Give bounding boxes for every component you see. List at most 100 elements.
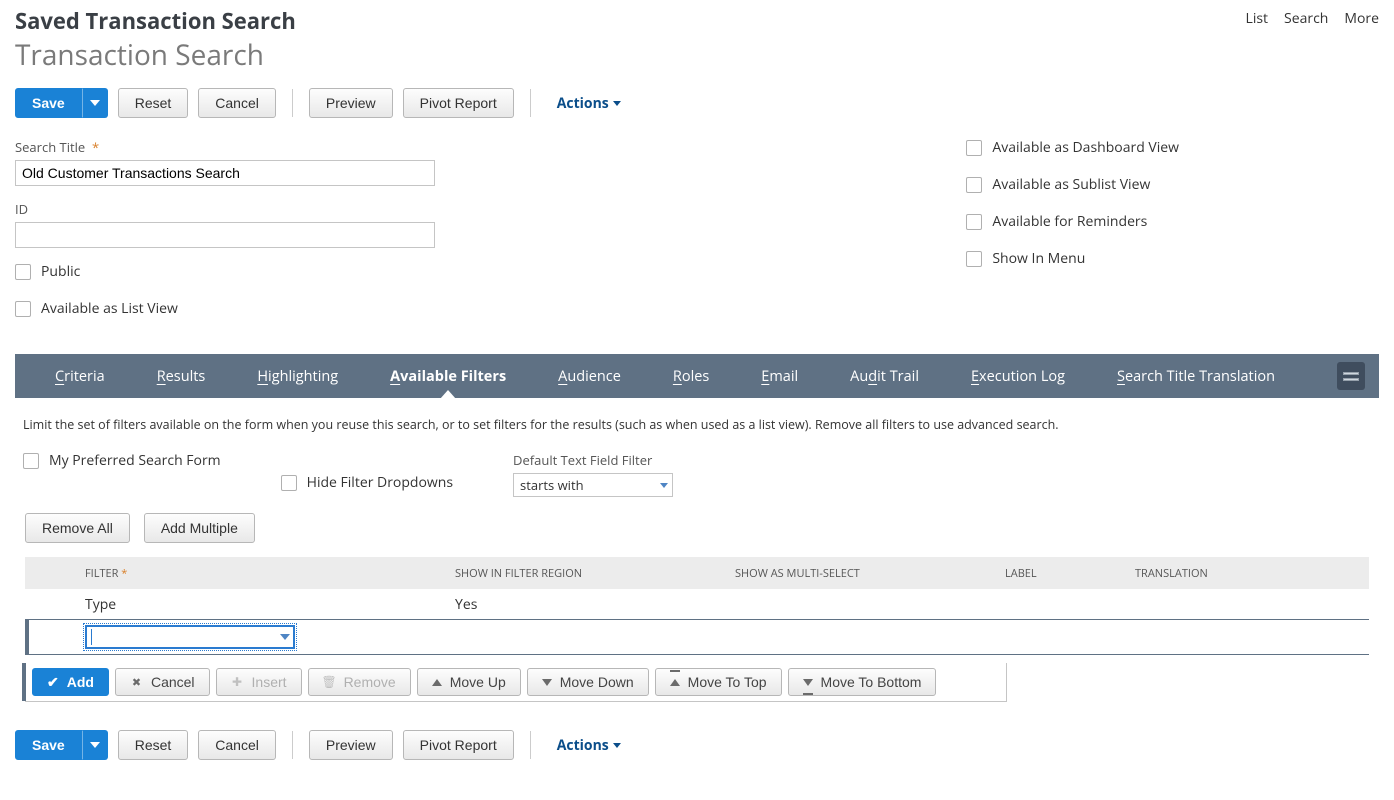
text-cursor — [91, 629, 92, 645]
cancel-button[interactable]: Cancel — [198, 88, 276, 118]
trash-icon — [323, 676, 336, 689]
default-text-filter-label: Default Text Field Filter — [513, 451, 673, 469]
top-link-list[interactable]: List — [1246, 9, 1269, 28]
hide-dropdowns-checkbox[interactable] — [281, 475, 297, 491]
toolbar-bottom: Save Reset Cancel Preview Pivot Report A… — [15, 730, 1379, 760]
preview-button-bottom[interactable]: Preview — [309, 730, 393, 760]
tab-available-filters[interactable]: Available Filters — [364, 354, 532, 398]
tab-highlighting[interactable]: Highlighting — [231, 354, 364, 398]
preferred-form-label: My Preferred Search Form — [49, 451, 221, 470]
actions-menu-bottom[interactable]: Actions — [557, 736, 621, 755]
top-links: List Search More — [1246, 6, 1379, 28]
col-trans: TRANSLATION — [1135, 566, 1369, 581]
id-input[interactable] — [15, 222, 435, 248]
tab-execution-log[interactable]: Execution Log — [945, 354, 1091, 398]
col-multi: SHOW AS MULTI-SELECT — [735, 566, 1005, 581]
cell-region: Yes — [455, 595, 735, 614]
public-label: Public — [41, 262, 80, 281]
top-link-search[interactable]: Search — [1284, 9, 1328, 28]
sublist-view-label: Available as Sublist View — [992, 175, 1150, 194]
cell-filter: Type — [25, 595, 455, 614]
remove-all-button[interactable]: Remove All — [25, 513, 130, 543]
actions-label: Actions — [557, 736, 609, 755]
reset-button[interactable]: Reset — [118, 88, 189, 118]
chevron-down-icon — [280, 634, 290, 640]
separator — [292, 89, 293, 117]
actions-label: Actions — [557, 94, 609, 113]
top-link-more[interactable]: More — [1344, 9, 1379, 28]
tab-audit-trail[interactable]: Audit Trail — [824, 354, 945, 398]
default-text-filter-value: starts with — [520, 476, 584, 494]
filters-table: FILTER * SHOW IN FILTER REGION SHOW AS M… — [25, 557, 1369, 655]
public-checkbox[interactable] — [15, 264, 31, 280]
reminders-label: Available for Reminders — [992, 212, 1147, 231]
col-filter: FILTER — [85, 566, 118, 581]
tab-search-title-translation[interactable]: Search Title Translation — [1091, 354, 1301, 398]
chevron-down-icon — [613, 101, 621, 106]
separator — [292, 731, 293, 759]
tab-audience[interactable]: Audience — [532, 354, 647, 398]
show-menu-label: Show In Menu — [992, 249, 1085, 268]
chevron-down-icon — [90, 100, 100, 106]
toolbar-top: Save Reset Cancel Preview Pivot Report A… — [15, 88, 1379, 118]
col-region: SHOW IN FILTER REGION — [455, 566, 735, 581]
chevron-down-icon — [660, 483, 668, 488]
close-icon — [130, 676, 143, 689]
tab-roles[interactable]: Roles — [647, 354, 735, 398]
tab-criteria[interactable]: Criteria — [29, 354, 131, 398]
dashboard-view-label: Available as Dashboard View — [992, 138, 1179, 157]
add-row-button[interactable]: ✔Add — [32, 668, 109, 696]
remove-row-button[interactable]: Remove — [308, 668, 411, 696]
move-down-button[interactable]: Move Down — [527, 668, 649, 696]
save-button-bottom[interactable]: Save — [15, 730, 82, 760]
chevron-down-icon — [613, 743, 621, 748]
tab-email[interactable]: Email — [735, 354, 824, 398]
plus-icon — [231, 676, 244, 689]
arrow-down-icon — [542, 679, 552, 686]
arrow-bottom-icon — [803, 679, 813, 686]
default-text-filter-select[interactable]: starts with — [513, 473, 673, 497]
available-list-view-label: Available as List View — [41, 299, 178, 318]
separator — [530, 731, 531, 759]
available-list-view-checkbox[interactable] — [15, 301, 31, 317]
tab-layout-icon[interactable] — [1337, 362, 1365, 390]
table-row[interactable]: Type Yes — [25, 589, 1369, 619]
reset-button-bottom[interactable]: Reset — [118, 730, 189, 760]
add-multiple-button[interactable]: Add Multiple — [144, 513, 255, 543]
arrow-top-icon — [670, 679, 680, 686]
move-top-button[interactable]: Move To Top — [655, 668, 782, 696]
tab-results[interactable]: Results — [131, 354, 232, 398]
dashboard-view-checkbox[interactable] — [966, 140, 982, 156]
actions-menu[interactable]: Actions — [557, 94, 621, 113]
table-edit-row[interactable] — [25, 619, 1369, 655]
show-menu-checkbox[interactable] — [966, 251, 982, 267]
cancel-row-button[interactable]: Cancel — [115, 668, 210, 696]
arrow-up-icon — [432, 679, 442, 686]
save-button[interactable]: Save — [15, 88, 82, 118]
reminders-checkbox[interactable] — [966, 214, 982, 230]
check-icon: ✔ — [47, 674, 59, 691]
pivot-report-button-bottom[interactable]: Pivot Report — [403, 730, 514, 760]
pivot-report-button[interactable]: Pivot Report — [403, 88, 514, 118]
search-title-input[interactable] — [15, 160, 435, 186]
filter-combo[interactable] — [85, 625, 295, 649]
move-bottom-button[interactable]: Move To Bottom — [788, 668, 937, 696]
move-up-button[interactable]: Move Up — [417, 668, 521, 696]
search-title-label: Search Title * — [15, 138, 435, 156]
preferred-form-checkbox[interactable] — [23, 453, 39, 469]
save-menu-button-bottom[interactable] — [82, 730, 108, 760]
cancel-button-bottom[interactable]: Cancel — [198, 730, 276, 760]
page-supertitle: Saved Transaction Search — [15, 6, 296, 36]
panel-hint: Limit the set of filters available on th… — [23, 416, 1379, 433]
tabs-bar: CriteriaResultsHighlightingAvailable Fil… — [15, 354, 1379, 398]
save-menu-button[interactable] — [82, 88, 108, 118]
hide-dropdowns-label: Hide Filter Dropdowns — [307, 473, 453, 492]
chevron-down-icon — [90, 742, 100, 748]
separator — [530, 89, 531, 117]
filters-actions: ✔Add Cancel Insert Remove Move Up Move D… — [25, 663, 1007, 702]
col-label: LABEL — [1005, 566, 1135, 581]
form-section: Search Title * ID Public Available as Li… — [15, 138, 1379, 336]
sublist-view-checkbox[interactable] — [966, 177, 982, 193]
preview-button[interactable]: Preview — [309, 88, 393, 118]
insert-row-button[interactable]: Insert — [216, 668, 302, 696]
